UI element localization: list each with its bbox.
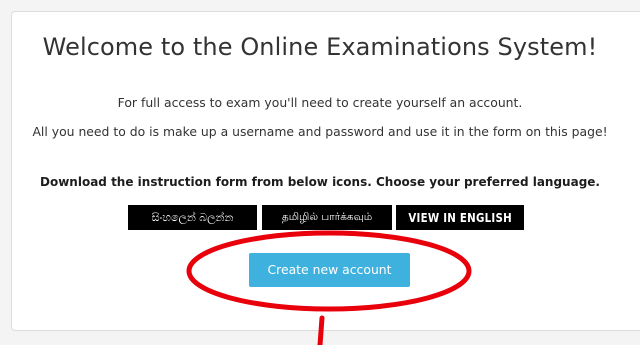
sinhala-instructions-link[interactable]: සිංහලෙන් බලන්න <box>128 205 257 230</box>
english-instructions-link[interactable]: VIEW IN ENGLISH <box>396 205 524 230</box>
instructions-text: All you need to do is make up a username… <box>32 124 608 139</box>
english-instructions-label: VIEW IN ENGLISH <box>408 210 512 225</box>
create-account-button[interactable]: Create new account <box>249 253 410 287</box>
access-info-text: For full access to exam you'll need to c… <box>117 95 523 110</box>
download-instructions-text: Download the instruction form from below… <box>40 175 600 189</box>
page-title: Welcome to the Online Examinations Syste… <box>42 33 598 61</box>
language-selector: සිංහලෙන් බලන්න தமிழில் பார்க்கவும் VIEW … <box>0 205 640 230</box>
tamil-instructions-link[interactable]: தமிழில் பார்க்கவும் <box>262 205 392 230</box>
